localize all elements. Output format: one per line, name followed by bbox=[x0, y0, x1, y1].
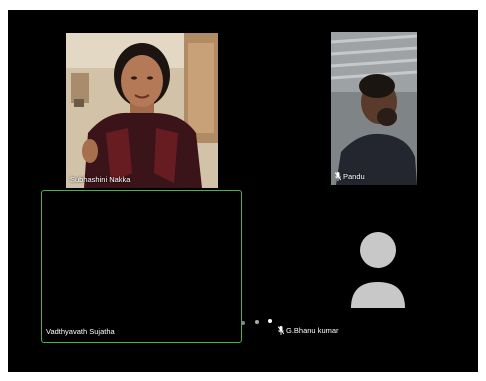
participant-name: Vadthyavath Sujatha bbox=[46, 327, 115, 336]
video-tile-subhashini[interactable]: Subhashini Nakka bbox=[66, 33, 218, 188]
mic-off-icon bbox=[335, 172, 341, 181]
video-tile-bhanu[interactable] bbox=[333, 220, 423, 320]
participant-name-row: Pandu bbox=[335, 172, 365, 181]
meeting-grid: Subhashini Nakka Pandu Vadthyavath Sujat… bbox=[8, 10, 478, 372]
video-tile-sujatha[interactable]: Vadthyavath Sujatha bbox=[41, 190, 242, 343]
participant-name-row: G.Bhanu kumar bbox=[278, 326, 339, 335]
video-tile-pandu[interactable]: Pandu bbox=[331, 32, 417, 185]
participant-video bbox=[331, 32, 417, 185]
person-avatar-icon bbox=[351, 232, 405, 308]
participant-name: Subhashini Nakka bbox=[70, 175, 131, 184]
participant-video bbox=[66, 33, 218, 188]
mic-off-icon bbox=[278, 326, 284, 335]
participant-name: G.Bhanu kumar bbox=[286, 326, 339, 335]
participant-name: Pandu bbox=[343, 172, 365, 181]
